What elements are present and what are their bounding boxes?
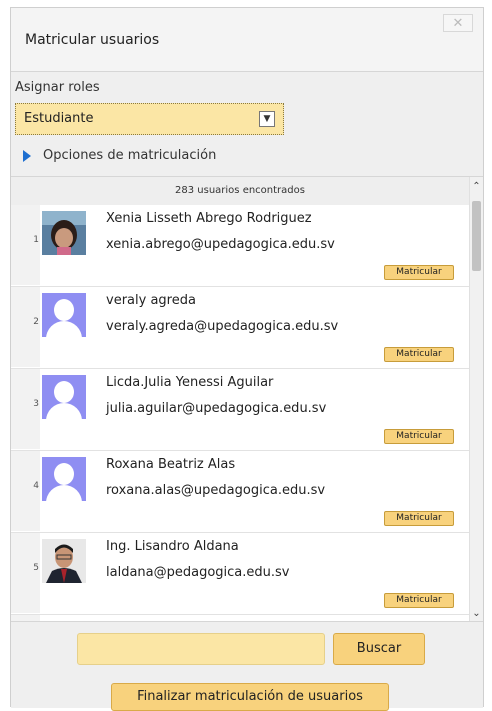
enrol-button[interactable]: Matricular <box>384 511 454 526</box>
user-name: veraly agreda <box>106 293 196 308</box>
user-email: laldana@pedagogica.edu.sv <box>106 565 290 580</box>
list-item: 4 Roxana Beatriz Alas roxana.alas@upedag… <box>11 451 469 533</box>
user-email: veraly.agreda@upedagogica.edu.sv <box>106 319 339 334</box>
enrol-button[interactable]: Matricular <box>384 347 454 362</box>
enrol-users-dialog: Matricular usuarios ✕ Asignar roles Estu… <box>10 7 484 711</box>
scroll-up-icon[interactable]: ⌃ <box>470 181 483 192</box>
enrol-button[interactable]: Matricular <box>384 265 454 280</box>
chevron-down-icon[interactable]: ▼ <box>259 111 275 127</box>
list-scrollbar[interactable]: ⌃ ⌄ <box>469 177 483 622</box>
background-page-edge <box>0 0 10 707</box>
user-email: roxana.alas@upedagogica.edu.sv <box>106 483 326 498</box>
user-name: Licda.Julia Yenessi Aguilar <box>106 375 274 390</box>
enrol-button[interactable]: Matricular <box>384 593 454 608</box>
dialog-title: Matricular usuarios <box>25 32 160 48</box>
user-name: Roxana Beatriz Alas <box>106 457 236 472</box>
user-list: 283 usuarios encontrados 1 Xenia Lisseth… <box>11 176 483 622</box>
row-number: 4 <box>33 481 39 491</box>
default-user-icon <box>42 293 86 337</box>
row-number: 5 <box>33 563 39 573</box>
default-user-icon <box>42 457 86 501</box>
close-button[interactable]: ✕ <box>443 14 473 32</box>
list-item: 1 Xenia Lisseth Abrego Rodriguez xenia.a… <box>11 205 469 287</box>
role-select-value: Estudiante <box>24 111 94 126</box>
user-photo-avatar <box>42 211 86 255</box>
row-number: 1 <box>33 235 39 245</box>
search-button[interactable]: Buscar <box>333 633 425 665</box>
user-email: julia.aguilar@upedagogica.edu.sv <box>106 401 327 416</box>
default-user-icon <box>42 375 86 419</box>
role-select[interactable]: Estudiante ▼ <box>15 103 284 135</box>
row-number: 2 <box>33 317 39 327</box>
search-input[interactable] <box>77 633 325 665</box>
row-number-column: 5 <box>11 533 40 613</box>
row-number-column: 3 <box>11 369 40 449</box>
row-number: 3 <box>33 399 39 409</box>
user-photo-avatar <box>42 539 86 583</box>
dialog-footer: Buscar Finalizar matriculación de usuari… <box>11 621 483 711</box>
expand-triangle-icon <box>23 149 31 162</box>
user-email: xenia.abrego@upedagogica.edu.sv <box>106 237 335 252</box>
scroll-down-icon[interactable]: ⌄ <box>470 608 483 619</box>
scrollbar-thumb[interactable] <box>472 201 481 271</box>
row-number-column: 1 <box>11 205 40 285</box>
users-found-count: 283 usuarios encontrados <box>11 177 469 205</box>
list-item: 3 Licda.Julia Yenessi Aguilar julia.agui… <box>11 369 469 451</box>
list-item: 2 veraly agreda veraly.agreda@upedagogic… <box>11 287 469 369</box>
user-name: Ing. Lisandro Aldana <box>106 539 239 554</box>
dialog-header: Matricular usuarios ✕ <box>11 8 483 72</box>
row-number-column: 2 <box>11 287 40 367</box>
enrol-button[interactable]: Matricular <box>384 429 454 444</box>
assign-roles-label: Asignar roles <box>15 80 100 95</box>
row-number-column: 4 <box>11 451 40 531</box>
enrolment-options-toggle[interactable]: Opciones de matriculación <box>23 148 216 168</box>
list-item: 5 Ing. Lisandro Aldana laldana@pedagogic… <box>11 533 469 615</box>
enrolment-options-label: Opciones de matriculación <box>43 148 217 163</box>
user-name: Xenia Lisseth Abrego Rodriguez <box>106 211 312 226</box>
